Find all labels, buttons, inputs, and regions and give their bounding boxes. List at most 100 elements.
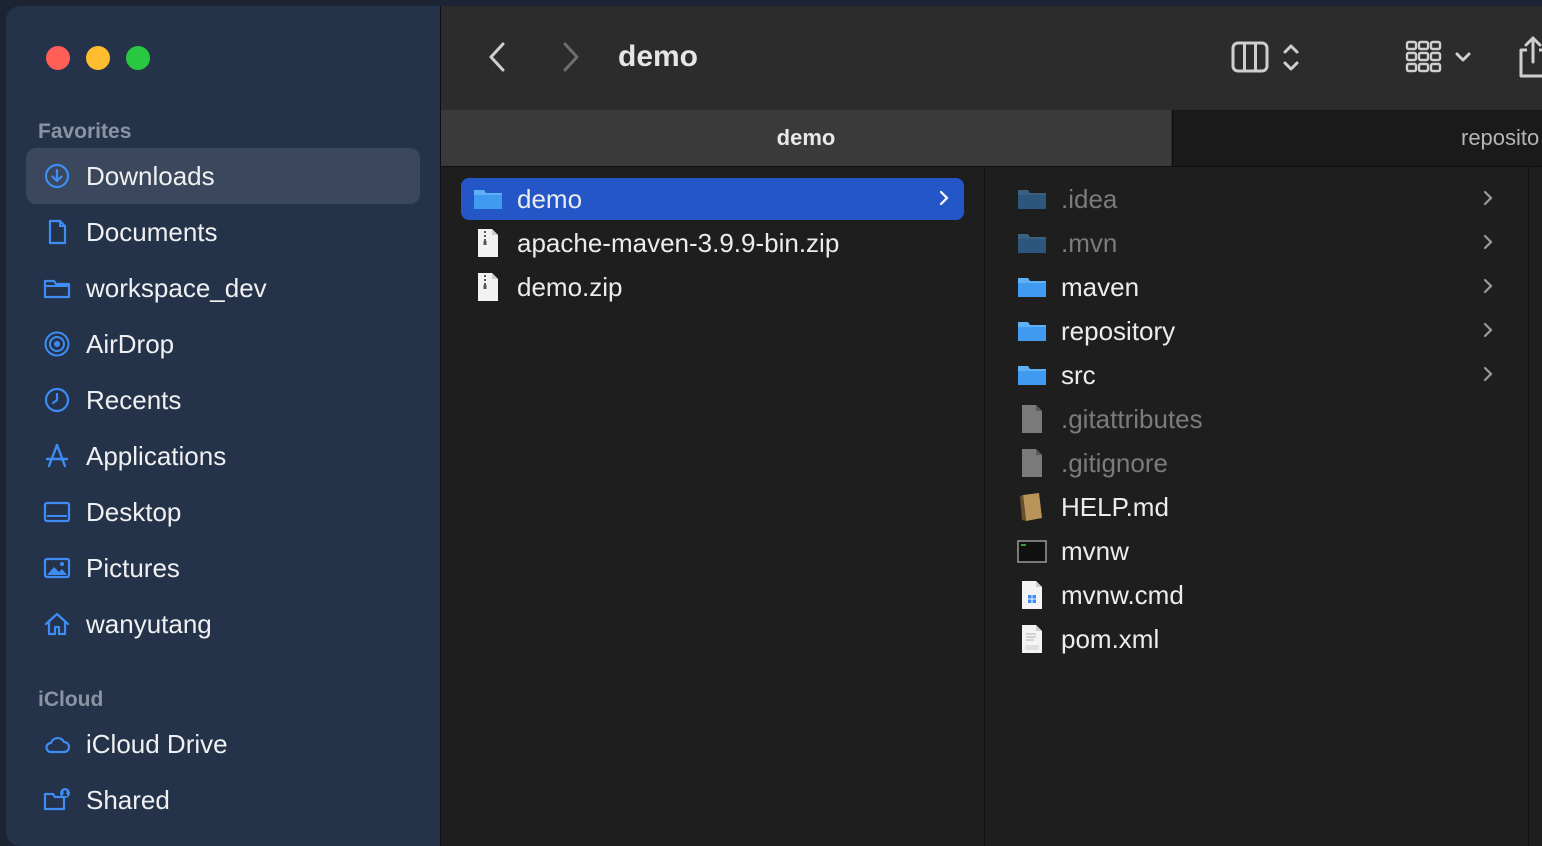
zip-file-icon [473, 272, 503, 302]
list-item[interactable]: .idea [1005, 178, 1508, 220]
file-name: .gitignore [1061, 447, 1168, 478]
home-icon [42, 609, 72, 639]
sidebar-item-icloud-drive[interactable]: iCloud Drive [26, 716, 420, 772]
blank-file-icon [1017, 404, 1047, 434]
finder-window: Favorites Downloads Documents workspace_… [6, 6, 1542, 846]
cloud-icon [42, 729, 72, 759]
share-button[interactable] [1517, 34, 1542, 85]
airdrop-icon [42, 329, 72, 359]
file-name: src [1061, 359, 1096, 390]
list-item[interactable]: pom.xml [1005, 618, 1508, 660]
file-name: repository [1061, 315, 1176, 346]
columns-view-icon [1231, 41, 1269, 73]
browser-column-2[interactable]: .idea .mvn maven repository src .gitattr… [985, 167, 1529, 846]
desktop-icon [42, 497, 72, 527]
window-title: demo [618, 40, 699, 73]
share-icon [1519, 36, 1542, 78]
list-item[interactable]: mvnw.cmd [1005, 574, 1508, 616]
sidebar-item-label: Applications [86, 440, 227, 471]
clock-icon [42, 385, 72, 415]
chevron-right-icon [1480, 186, 1496, 210]
tab-repository[interactable]: reposito [1172, 110, 1542, 166]
windows-cmd-file-icon [1017, 580, 1047, 610]
sidebar-item-home[interactable]: wanyutang [26, 596, 420, 652]
icloud-section-title: iCloud [38, 688, 104, 711]
tab-bar: demo reposito [441, 110, 1542, 167]
folder-icon [1017, 360, 1047, 390]
sidebar-item-label: Downloads [86, 160, 215, 191]
grid-icon [1405, 40, 1442, 73]
shared-folder-icon [42, 785, 72, 815]
file-name: .idea [1061, 183, 1118, 214]
markdown-file-icon [1017, 492, 1047, 522]
chevron-updown-icon [1283, 44, 1299, 71]
sidebar-item-shared[interactable]: Shared [26, 772, 420, 828]
list-item[interactable]: demo.zip [461, 266, 964, 308]
folder-icon [1017, 228, 1047, 258]
file-name: mvnw.cmd [1061, 579, 1184, 610]
terminal-exec-icon [1017, 536, 1047, 566]
chevron-right-icon [1480, 362, 1496, 386]
close-button[interactable] [46, 46, 70, 70]
chevron-down-icon [1455, 52, 1471, 62]
folder-icon [42, 273, 72, 303]
file-name: HELP.md [1061, 491, 1169, 522]
sidebar-item-desktop[interactable]: Desktop [26, 484, 420, 540]
sidebar-item-applications[interactable]: Applications [26, 428, 420, 484]
list-item[interactable]: mvnw [1005, 530, 1508, 572]
file-name: maven [1061, 271, 1140, 302]
sidebar-item-label: Documents [86, 216, 218, 247]
zoom-button[interactable] [126, 46, 150, 70]
list-item[interactable]: src [1005, 354, 1508, 396]
view-mode-columns-button[interactable] [1231, 38, 1311, 83]
sidebar-item-workspace-dev[interactable]: workspace_dev [26, 260, 420, 316]
folder-icon [473, 184, 503, 214]
chevron-right-icon [936, 186, 952, 210]
browser-column-1[interactable]: demo apache-maven-3.9.9-bin.zip demo.zip [441, 167, 985, 846]
zip-file-icon [473, 228, 503, 258]
sidebar-item-downloads[interactable]: Downloads [26, 148, 420, 204]
window-controls [46, 46, 150, 70]
list-item[interactable]: .gitignore [1005, 442, 1508, 484]
chevron-right-icon [1480, 230, 1496, 254]
chevron-right-icon [1480, 274, 1496, 298]
sidebar-item-label: Recents [86, 384, 182, 415]
xml-file-icon [1017, 624, 1047, 654]
file-name: demo.zip [517, 271, 623, 302]
sidebar-item-documents[interactable]: Documents [26, 204, 420, 260]
list-item[interactable]: maven [1005, 266, 1508, 308]
forward-button[interactable] [555, 40, 585, 74]
file-name: pom.xml [1061, 623, 1160, 654]
chevron-right-icon [1480, 318, 1496, 342]
sidebar-item-pictures[interactable]: Pictures [26, 540, 420, 596]
file-name: .mvn [1061, 227, 1118, 258]
list-item[interactable]: demo [461, 178, 964, 220]
applications-icon [42, 441, 72, 471]
tab-demo[interactable]: demo [441, 110, 1171, 166]
favorites-section-title: Favorites [38, 120, 132, 143]
file-name: apache-maven-3.9.9-bin.zip [517, 227, 840, 258]
toolbar: demo [441, 6, 1542, 110]
sidebar-item-recents[interactable]: Recents [26, 372, 420, 428]
sidebar-item-label: AirDrop [86, 328, 175, 359]
back-button[interactable] [483, 40, 513, 74]
minimize-button[interactable] [86, 46, 110, 70]
folder-icon [1017, 316, 1047, 346]
list-item[interactable]: .mvn [1005, 222, 1508, 264]
downloads-icon [42, 161, 72, 191]
sidebar-item-label: Shared [86, 784, 170, 815]
list-item[interactable]: HELP.md [1005, 486, 1508, 528]
list-item[interactable]: repository [1005, 310, 1508, 352]
group-button[interactable] [1403, 38, 1483, 83]
list-item[interactable]: .gitattributes [1005, 398, 1508, 440]
folder-icon [1017, 184, 1047, 214]
file-name: mvnw [1061, 535, 1129, 566]
sidebar-item-airdrop[interactable]: AirDrop [26, 316, 420, 372]
file-name: demo [517, 183, 583, 214]
sidebar-item-label: workspace_dev [86, 272, 267, 303]
sidebar-item-label: Desktop [86, 496, 182, 527]
sidebar-item-label: Pictures [86, 552, 180, 583]
document-icon [42, 217, 72, 247]
list-item[interactable]: apache-maven-3.9.9-bin.zip [461, 222, 964, 264]
sidebar-item-label: wanyutang [86, 608, 212, 639]
